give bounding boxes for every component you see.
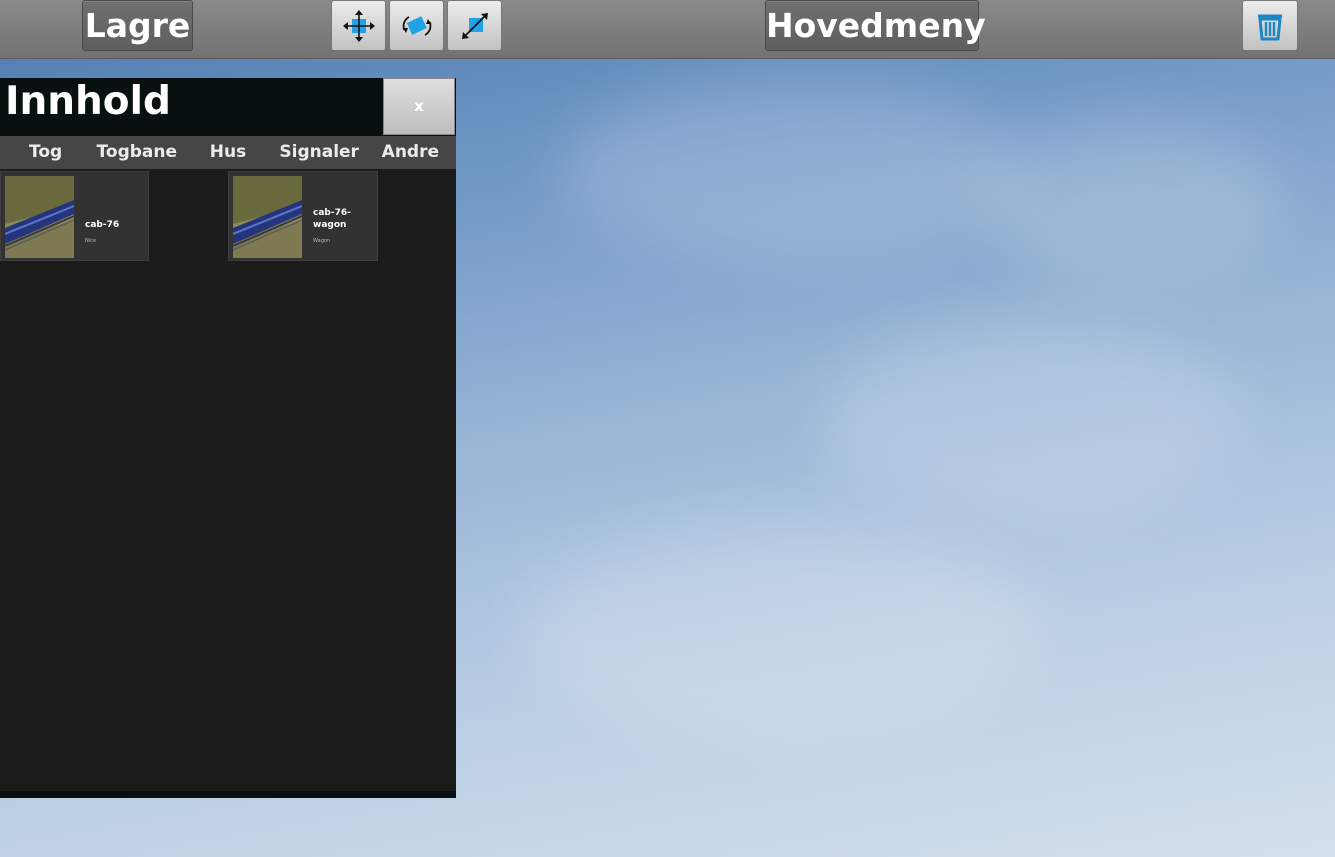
item-subtitle: Nice (85, 238, 96, 244)
panel-title: Innhold (5, 79, 171, 124)
background-cloud (560, 80, 1020, 260)
item-name: cab-76-wagon (313, 208, 351, 230)
background-cloud (980, 120, 1280, 280)
item-subtitle: Wagon (313, 238, 331, 244)
content-panel: Innhold x Tog Togbane Hus Signaler Andre (0, 78, 456, 798)
trash-icon (1258, 14, 1282, 40)
tab-hus[interactable]: Hus (182, 136, 273, 169)
tab-tog[interactable]: Tog (0, 136, 91, 169)
tab-togbane[interactable]: Togbane (91, 136, 182, 169)
item-card-cab-76[interactable]: cab-76 Nice (0, 171, 149, 261)
tab-andre[interactable]: Andre (365, 136, 456, 169)
save-button[interactable]: Lagre (82, 0, 193, 51)
delete-button[interactable] (1242, 0, 1298, 51)
main-menu-button[interactable]: Hovedmeny (765, 0, 986, 51)
tab-signaler[interactable]: Signaler (274, 136, 365, 169)
wagon-thumbnail (233, 176, 302, 258)
background-cloud (520, 520, 1040, 740)
scale-tool-button[interactable] (447, 0, 502, 51)
rotate-tool-button[interactable] (389, 0, 444, 51)
category-tabs: Tog Togbane Hus Signaler Andre (0, 136, 456, 169)
background-cloud (820, 320, 1240, 520)
top-toolbar: Lagre Hovedmeny (0, 0, 1335, 59)
move-tool-button[interactable] (331, 0, 386, 51)
close-panel-button[interactable]: x (383, 78, 455, 135)
train-thumbnail (5, 176, 74, 258)
scale-icon (461, 12, 488, 39)
panel-footer (0, 791, 456, 798)
item-name: cab-76 (85, 220, 120, 230)
move-arrows-icon (342, 9, 375, 42)
panel-header: Innhold x (0, 78, 456, 136)
rotate-icon (402, 15, 431, 36)
item-card-cab-76-wagon[interactable]: cab-76-wagon Wagon (228, 171, 378, 261)
